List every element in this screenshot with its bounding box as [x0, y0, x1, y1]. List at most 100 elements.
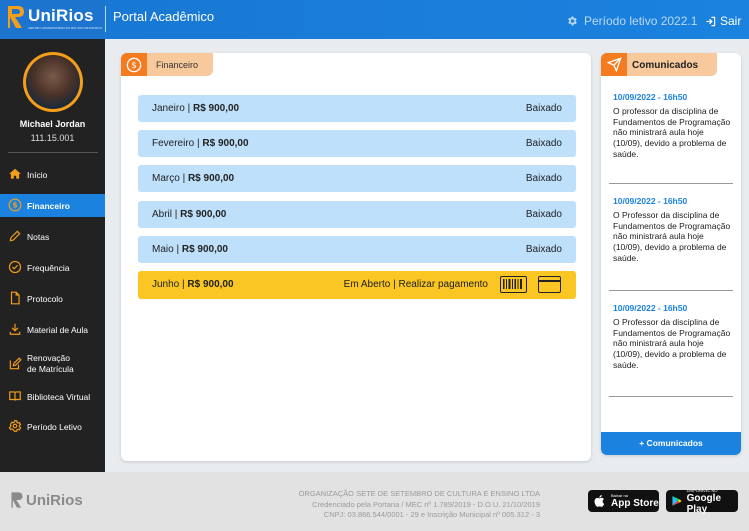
sidebar-item-frequencia[interactable]: Frequência	[0, 256, 105, 279]
user-name: Michael Jordan	[19, 119, 86, 129]
payment-row-maio[interactable]: Maio | R$ 900,00 Baixado	[138, 236, 576, 263]
sidebar-item-protocolo[interactable]: Protocolo	[0, 287, 105, 310]
payment-amount: R$ 900,00	[202, 138, 249, 149]
sidebar-item-financeiro[interactable]: $ Financeiro	[0, 194, 105, 217]
sidebar-item-renovacao-de-matricula[interactable]: Renovação de Matrícula	[0, 349, 105, 379]
payment-month-name: Março	[152, 173, 180, 184]
book-icon	[9, 391, 21, 401]
separator: |	[184, 103, 193, 114]
send-icon	[601, 53, 627, 76]
avatar[interactable]	[23, 52, 83, 112]
payment-status: Baixado	[525, 173, 562, 184]
credit-card-icon[interactable]	[538, 276, 561, 293]
gear-icon	[8, 420, 22, 432]
separator: |	[179, 173, 188, 184]
pay-now-link[interactable]: Em Aberto | Realizar pagamento	[344, 279, 488, 290]
footer-line: ORGANIZAÇÃO SETE DE SETEMBRO DE CULTURA …	[298, 489, 540, 498]
google-play-button[interactable]: DISPONÍVEL NO Google Play	[666, 488, 738, 515]
sidebar-item-label: Renovação de Matrícula	[27, 353, 74, 375]
payment-amount: R$ 900,00	[192, 103, 240, 114]
sidebar-item-material-de-aula[interactable]: Material de Aula	[0, 318, 105, 341]
payment-amount: R$ 900,00	[180, 209, 227, 220]
payment-month: Março | R$ 900,00	[152, 173, 234, 184]
sidebar-item-label: Material de Aula	[27, 324, 88, 335]
payment-month: Maio | R$ 900,00	[152, 244, 228, 255]
payment-row-fevereiro[interactable]: Fevereiro | R$ 900,00 Baixado	[138, 130, 576, 157]
sidebar-item-periodo-letivo[interactable]: Período Letivo	[0, 415, 105, 438]
unirios-logo-icon	[11, 492, 23, 508]
period-label: Período letivo 2022.1	[584, 14, 698, 28]
exit-button[interactable]: Sair	[705, 14, 741, 28]
payment-status: Baixado	[525, 103, 562, 114]
payment-month-name: Abril	[152, 209, 173, 220]
more-comunicados-button[interactable]: + Comunicados	[601, 432, 741, 455]
notice-date: 10/09/2022 - 16h50	[613, 196, 688, 206]
notice-divider	[609, 396, 733, 397]
page-title: Portal Acadêmico	[113, 9, 215, 24]
barcode-icon[interactable]	[500, 276, 527, 293]
notice-item[interactable]: 10/09/2022 - 16h50 O Professor da discip…	[613, 196, 731, 264]
sidebar-item-label: Frequência	[27, 262, 70, 273]
exit-label: Sair	[720, 14, 742, 28]
edit-icon	[9, 357, 22, 370]
check-circle-icon	[8, 260, 22, 274]
payment-amount: R$ 900,00	[187, 279, 234, 290]
notice-divider	[609, 183, 733, 184]
pencil-icon	[9, 230, 21, 242]
top-header: UniRios CENTRO UNIVERSITÁRIO DO RIO SÃO …	[0, 0, 749, 39]
payment-month-name: Janeiro	[152, 103, 185, 114]
footer: UniRios ORGANIZAÇÃO SETE DE SETEMBRO DE …	[0, 472, 749, 531]
footer-logo: UniRios	[10, 491, 83, 509]
sidebar-item-label: Financeiro	[27, 200, 70, 211]
payment-month: Abril | R$ 900,00	[152, 209, 226, 220]
sidebar-item-biblioteca-virtual[interactable]: Biblioteca Virtual	[0, 385, 105, 408]
sidebar-item-label: Biblioteca Virtual	[27, 391, 91, 402]
unirios-logo-icon	[8, 6, 24, 28]
payment-month-name: Maio	[152, 244, 174, 255]
user-id: 111.15.001	[30, 133, 75, 143]
payment-month: Fevereiro | R$ 900,00	[152, 138, 249, 149]
header-divider	[105, 6, 106, 32]
notice-text: O Professor da disciplina de Fundamentos…	[613, 316, 731, 370]
payment-row-abril[interactable]: Abril | R$ 900,00 Baixado	[138, 201, 576, 228]
payment-month-name: Junho	[152, 279, 180, 290]
payment-row-marco[interactable]: Março | R$ 900,00 Baixado	[138, 165, 576, 192]
payment-amount: R$ 900,00	[181, 244, 228, 255]
sidebar-item-label-line1: Renovação	[27, 353, 71, 363]
footer-line: CNPJ: 03.866.544/0001 - 29 e Inscrição M…	[323, 510, 540, 519]
footer-line: Credenciado pela Portaria / MEC nº 1.789…	[312, 499, 540, 509]
notice-date: 10/09/2022 - 16h50	[613, 303, 688, 313]
financeiro-tab-label: Financeiro	[156, 60, 199, 70]
notice-item[interactable]: 10/09/2022 - 16h50 O Professor da discip…	[613, 303, 731, 371]
sidebar-item-notas[interactable]: Notas	[0, 225, 105, 248]
avatar-photo	[26, 55, 80, 109]
sidebar-item-label: Início	[27, 169, 48, 180]
app-store-label: App Store	[611, 498, 659, 509]
separator: |	[172, 209, 181, 220]
sidebar-item-label-line2: de Matrícula	[27, 364, 74, 374]
payment-month: Janeiro | R$ 900,00	[152, 103, 239, 114]
app-store-button[interactable]: Baixar na App Store	[588, 490, 659, 512]
payment-amount: R$ 900,00	[187, 173, 235, 184]
dollar-icon: $	[8, 198, 22, 212]
sidebar: Michael Jordan 111.15.001 Início $ Finan…	[0, 39, 105, 472]
notice-date: 10/09/2022 - 16h50	[613, 92, 688, 102]
payment-status: Baixado	[525, 209, 562, 220]
exit-icon	[706, 16, 716, 26]
sidebar-item-label: Período Letivo	[27, 421, 82, 432]
dollar-icon: $	[121, 53, 147, 76]
payment-month: Junho | R$ 900,00	[152, 279, 234, 290]
footer-logo-text: UniRios	[26, 491, 83, 509]
period-button[interactable]: Período letivo 2022.1	[566, 14, 697, 28]
payment-row-junho[interactable]: Junho | R$ 900,00 Em Aberto | Realizar p…	[138, 271, 576, 299]
sidebar-item-label: Protocolo	[27, 293, 63, 304]
sidebar-item-inicio[interactable]: Início	[0, 163, 105, 186]
payment-status: Baixado	[525, 244, 562, 255]
notice-item[interactable]: 10/09/2022 - 16h50 O professor da discip…	[613, 92, 731, 160]
google-play-label: Google Play	[686, 492, 722, 515]
payment-row-janeiro[interactable]: Janeiro | R$ 900,00 Baixado	[138, 95, 576, 122]
download-icon	[9, 323, 21, 335]
payment-status: Baixado	[525, 138, 562, 149]
google-play-icon	[672, 496, 682, 506]
brand-area[interactable]: UniRios CENTRO UNIVERSITÁRIO DO RIO SÃO …	[0, 0, 104, 39]
